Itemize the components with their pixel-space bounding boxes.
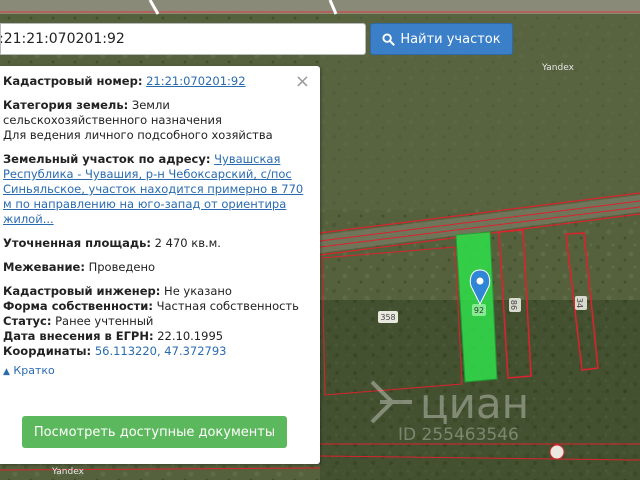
- area-row: Уточненная площадь: 2 470 кв.м.: [3, 236, 320, 251]
- cadastral-row: Кадастровый номер: 21:21:070201:92: [3, 74, 320, 89]
- status-row: Статус: Ранее учтенный: [3, 314, 320, 329]
- cadastral-number-link[interactable]: 21:21:070201:92: [146, 74, 245, 88]
- category-label: Категория земель:: [3, 98, 129, 112]
- ownership-label: Форма собственности:: [3, 299, 153, 313]
- ownership-value: Частная собственность: [156, 299, 299, 313]
- search-icon: [382, 32, 396, 46]
- area-label: Уточненная площадь:: [3, 236, 152, 250]
- coords-row: Координаты: 56.113220, 47.372793: [3, 344, 320, 359]
- coords-label: Координаты:: [3, 344, 92, 358]
- address-label: Земельный участок по адресу:: [3, 152, 211, 166]
- egrn-row: Дата внесения в ЕГРН: 22.10.1995: [3, 329, 320, 344]
- area-value: 2 470 кв.м.: [154, 236, 221, 250]
- status-value: Ранее учтенный: [55, 314, 154, 328]
- parcel-34-label: 34: [575, 298, 584, 308]
- triangle-up-icon: ▲: [3, 367, 10, 377]
- status-label: Статус:: [3, 314, 52, 328]
- road-358-badge: 358: [378, 311, 398, 323]
- yandex-label-top: Yandex: [541, 63, 575, 73]
- view-documents-button[interactable]: Посмотреть доступные документы: [22, 416, 287, 448]
- category-value-2: сельскохозяйственного назначения: [3, 113, 222, 127]
- parcel-info-panel: × Кадастровый номер: 21:21:070201:92 Кат…: [0, 66, 320, 464]
- watermark-id: ID 255463546: [398, 425, 519, 445]
- engineer-row: Кадастровый инженер: Не указано: [3, 284, 320, 299]
- parcel-86-label: 86: [509, 300, 518, 310]
- cadastral-label: Кадастровый номер:: [3, 74, 143, 88]
- egrn-label: Дата внесения в ЕГРН:: [3, 329, 154, 343]
- close-icon[interactable]: ×: [295, 73, 310, 91]
- find-parcel-label: Найти участок: [400, 31, 501, 47]
- collapse-label: Кратко: [13, 364, 55, 377]
- egrn-value: 22.10.1995: [157, 329, 224, 343]
- engineer-value: Не указано: [164, 284, 232, 298]
- bottom-map-marker: [549, 444, 565, 460]
- category-row: Категория земель: Земли сельскохозяйстве…: [3, 98, 320, 143]
- survey-value: Проведено: [88, 260, 156, 274]
- coords-value[interactable]: 56.113220, 47.372793: [95, 344, 227, 358]
- survey-label: Межевание:: [3, 260, 85, 274]
- yandex-label-bottom: Yandex: [51, 467, 85, 477]
- survey-row: Межевание: Проведено: [3, 260, 320, 275]
- engineer-label: Кадастровый инженер:: [3, 284, 161, 298]
- category-value-3: Для ведения личного подсобного хозяйства: [3, 128, 273, 142]
- road-358-label: 358: [380, 313, 395, 322]
- ownership-row: Форма собственности: Частная собственнос…: [3, 299, 320, 314]
- parcel-92-badge: 92: [472, 304, 486, 316]
- parcel-34-badge: 34: [575, 296, 587, 310]
- watermark-brand: циан: [420, 379, 529, 428]
- parcel-86-badge: 86: [509, 298, 521, 312]
- category-value-1: Земли: [131, 98, 170, 112]
- find-parcel-button[interactable]: Найти участок: [370, 23, 513, 55]
- address-row: Земельный участок по адресу: Чувашская Ре…: [3, 152, 320, 227]
- parcel-92-label: 92: [474, 306, 484, 315]
- collapse-toggle[interactable]: ▲ Кратко: [3, 363, 320, 380]
- cadastral-search-input[interactable]: [0, 23, 366, 55]
